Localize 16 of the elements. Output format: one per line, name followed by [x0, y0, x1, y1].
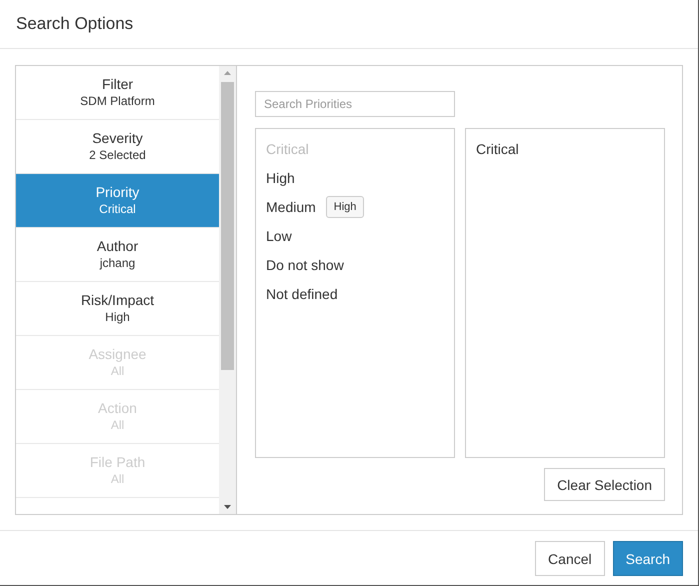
- list-option[interactable]: High: [266, 170, 295, 186]
- list-option[interactable]: Do not show: [266, 256, 344, 272]
- search-button[interactable]: Search: [612, 541, 683, 576]
- clear-selection-button[interactable]: Clear Selection: [544, 468, 665, 501]
- list-option[interactable]: Low: [266, 228, 292, 244]
- list-option[interactable]: Critical: [476, 140, 519, 156]
- cancel-button[interactable]: Cancel: [535, 541, 605, 576]
- scroll-up-icon[interactable]: [224, 71, 231, 75]
- tooltip: High: [326, 196, 364, 218]
- scrollbar[interactable]: [219, 66, 236, 514]
- list-option[interactable]: Not defined: [266, 286, 338, 302]
- search-field[interactable]: Search Priorities: [255, 91, 455, 117]
- sidebar-item[interactable]: Priority Critical: [16, 174, 219, 228]
- window-title: Search Options: [16, 14, 134, 34]
- scroll-down-icon[interactable]: [224, 505, 231, 509]
- list-option[interactable]: Medium: [266, 198, 316, 214]
